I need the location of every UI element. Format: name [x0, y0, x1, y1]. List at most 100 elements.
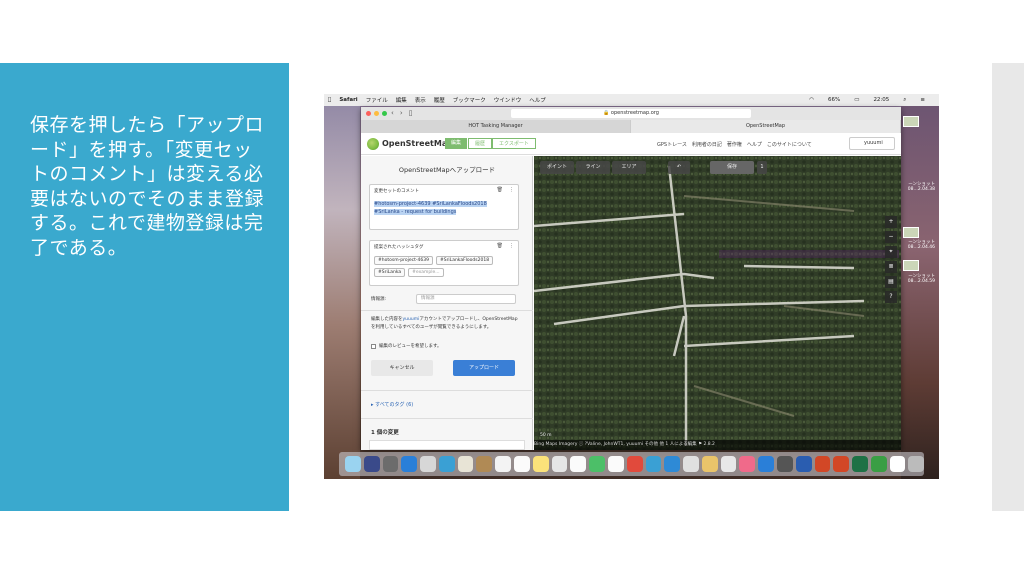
dock-app-icon[interactable]: [720, 456, 737, 472]
menu-item-bookmarks[interactable]: ブックマーク: [453, 96, 486, 104]
dock-app-icon[interactable]: [363, 456, 380, 472]
nav-help[interactable]: ヘルプ: [747, 141, 762, 148]
nav-gps-traces[interactable]: GPSトレース: [657, 141, 687, 148]
dock-app-icon[interactable]: [420, 456, 436, 472]
dock-app-icon[interactable]: [514, 456, 530, 472]
dock-app-icon[interactable]: [683, 456, 699, 472]
clock[interactable]: 22:05: [873, 97, 889, 103]
review-checkbox[interactable]: [371, 343, 376, 349]
trash-icon[interactable]: 🗑: [497, 187, 503, 193]
menu-item-window[interactable]: ウインドウ: [494, 96, 522, 104]
save-button[interactable]: 保存: [710, 161, 754, 174]
zoom-out-icon[interactable]: −: [885, 231, 897, 243]
desktop-file-icon[interactable]: [903, 227, 919, 238]
close-icon[interactable]: [366, 111, 371, 116]
forward-icon[interactable]: ›: [400, 109, 403, 117]
nav-user-diaries[interactable]: 利用者の日記: [692, 141, 722, 148]
cancel-button[interactable]: キャンセル: [371, 360, 433, 376]
user-menu[interactable]: yuuumi: [849, 137, 895, 150]
dock-app-icon[interactable]: [795, 456, 812, 472]
edit-button[interactable]: 編集: [445, 138, 469, 149]
tab-tasking-manager[interactable]: HOT Tasking Manager: [361, 120, 631, 133]
help-icon[interactable]: ?: [885, 291, 897, 303]
dock-app-icon[interactable]: [701, 456, 718, 472]
minimize-icon[interactable]: [374, 111, 379, 116]
zoom-in-icon[interactable]: +: [885, 216, 897, 228]
battery-icon[interactable]: ▭: [854, 97, 859, 103]
line-tool[interactable]: ライン: [576, 161, 610, 174]
menu-item-help[interactable]: ヘルプ: [529, 96, 546, 104]
dock-app-icon[interactable]: [532, 456, 549, 472]
dock-app-icon[interactable]: [758, 456, 774, 472]
sidebar-icon[interactable]: ▯: [409, 109, 413, 117]
dock-app-icon[interactable]: [401, 456, 418, 472]
dock-app-icon[interactable]: [664, 456, 681, 472]
dock-app-icon[interactable]: [382, 456, 399, 472]
desktop-file-label[interactable]: ーンショット 08...2.04.38: [901, 182, 935, 192]
dock-app-icon[interactable]: [908, 456, 925, 472]
tab-openstreetmap[interactable]: OpenStreetMap: [631, 120, 901, 133]
dock-app-icon[interactable]: [551, 456, 568, 472]
map-view[interactable]: ポイント ライン エリア ↶ 保存 1 + − ⌖ ≣ ▤ ? 50 m Bin…: [534, 156, 901, 450]
dock-app-icon[interactable]: [645, 456, 662, 472]
dock-app-icon[interactable]: [889, 456, 906, 472]
url-bar[interactable]: 🔒 openstreetmap.org: [511, 109, 751, 118]
locate-icon[interactable]: ⌖: [885, 246, 897, 258]
battery-percent[interactable]: 66%: [828, 97, 840, 103]
dock-app-icon[interactable]: [495, 456, 512, 472]
source-input[interactable]: 情報源: [416, 294, 516, 304]
dock-app-icon[interactable]: [776, 456, 793, 472]
more-icon[interactable]: ⋮: [509, 187, 514, 193]
dock-app-icon[interactable]: [870, 456, 887, 472]
export-button[interactable]: エクスポート: [492, 138, 536, 149]
area-tool[interactable]: エリア: [612, 161, 646, 174]
zoom-icon[interactable]: [382, 111, 387, 116]
desktop-file-icon[interactable]: [903, 260, 919, 271]
hashtag-chip[interactable]: #SriLanka: [374, 268, 406, 277]
dock-app-icon[interactable]: [626, 456, 643, 472]
hashtag-chip[interactable]: #hotosm-project-4639: [374, 256, 433, 265]
apple-icon[interactable]: : [328, 97, 331, 103]
dock-app-icon[interactable]: [457, 456, 474, 472]
back-icon[interactable]: ‹: [391, 109, 394, 117]
dock-app-icon[interactable]: [607, 456, 624, 472]
desktop-file-label[interactable]: ーンショット 08...2.04.46: [901, 240, 935, 250]
menu-item-edit[interactable]: 編集: [396, 96, 407, 104]
background-icon[interactable]: ≣: [885, 261, 897, 273]
history-button[interactable]: 履歴: [468, 138, 493, 149]
undo-icon[interactable]: ↶: [668, 161, 690, 174]
osm-brand[interactable]: OpenStreetMap: [382, 139, 453, 148]
hashtag-input[interactable]: #example...: [408, 268, 444, 277]
dock-app-icon[interactable]: [345, 456, 361, 472]
menu-item-view[interactable]: 表示: [415, 96, 426, 104]
menu-item-safari[interactable]: Safari: [339, 97, 357, 103]
dock-app-icon[interactable]: [570, 456, 587, 472]
dock-app-icon[interactable]: [814, 456, 831, 472]
dock-app-icon[interactable]: [833, 456, 850, 472]
review-request[interactable]: 編集のレビューを希望します。: [371, 343, 442, 349]
dock-app-icon[interactable]: [852, 456, 868, 472]
more-icon[interactable]: ⋮: [509, 243, 514, 249]
wifi-icon[interactable]: ◠: [809, 97, 814, 103]
dock-app-icon[interactable]: [438, 456, 455, 472]
osm-logo-icon[interactable]: [367, 138, 379, 150]
all-tags-toggle[interactable]: ▸ すべてのタグ (6): [371, 401, 413, 408]
changeset-comment-field[interactable]: 変更セットのコメント 🗑 ⋮ #hotosm-project-4639 #Sri…: [369, 184, 519, 230]
desktop-file-label[interactable]: ーンショット 08...2.04.59: [901, 274, 935, 284]
map-data-icon[interactable]: ▤: [885, 276, 897, 288]
hashtag-chip[interactable]: #SriLankaFloods2018: [435, 256, 494, 265]
nav-copyright[interactable]: 著作権: [727, 141, 742, 148]
point-tool[interactable]: ポイント: [540, 161, 574, 174]
menu-list-icon[interactable]: ≡: [920, 97, 925, 103]
comment-text[interactable]: #hotosm-project-4639 #SriLankaFloods2018…: [374, 200, 514, 216]
nav-about[interactable]: このサイトについて: [767, 141, 812, 148]
menu-item-history[interactable]: 履歴: [434, 96, 445, 104]
trash-icon[interactable]: 🗑: [497, 243, 503, 249]
desktop-file-icon[interactable]: [903, 116, 919, 127]
search-icon[interactable]: ⌕: [903, 97, 906, 104]
dock-app-icon[interactable]: [589, 456, 605, 472]
hashtags-field[interactable]: 提案されたハッシュタグ 🗑 ⋮ #hotosm-project-4639 #Sr…: [369, 240, 519, 286]
user-link[interactable]: yuuumi: [403, 317, 420, 322]
dock-app-icon[interactable]: [476, 456, 493, 472]
upload-button[interactable]: アップロード: [453, 360, 515, 376]
